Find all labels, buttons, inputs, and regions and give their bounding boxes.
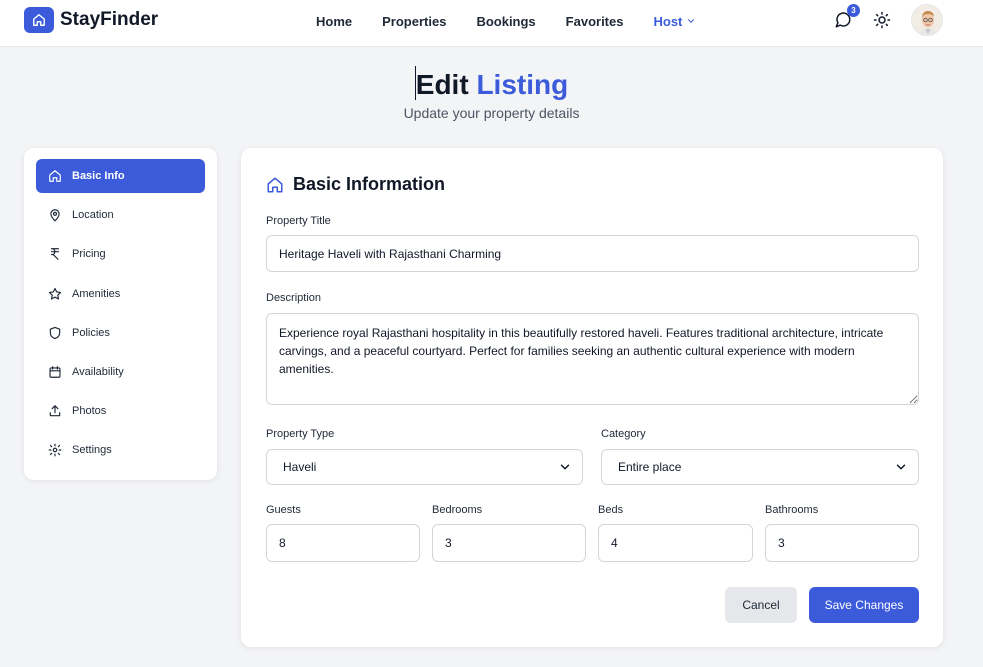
sidebar-item-label: Location (72, 209, 114, 222)
nav-links: Home Properties Bookings Favorites Host (316, 0, 696, 42)
property-type-value: Haveli (283, 460, 317, 474)
property-title-input[interactable] (266, 235, 919, 272)
cancel-button[interactable]: Cancel (725, 587, 797, 623)
sidebar-item-label: Pricing (72, 248, 106, 261)
nav-host-dropdown[interactable]: Host (653, 14, 696, 29)
brand[interactable]: StayFinder (24, 7, 158, 33)
bathrooms-label: Bathrooms (765, 504, 819, 516)
description-label: Description (266, 292, 322, 304)
nav-bookings[interactable]: Bookings (476, 14, 535, 29)
shield-icon (48, 326, 62, 340)
messages-button[interactable]: 3 (834, 4, 860, 31)
card-header: Basic Information (266, 174, 445, 195)
sidebar-item-location[interactable]: Location (36, 198, 205, 232)
page-title: Edit Listing (0, 66, 983, 101)
home-icon (266, 176, 284, 194)
sidebar-item-policies[interactable]: Policies (36, 316, 205, 350)
nav-properties[interactable]: Properties (382, 14, 446, 29)
page-subtitle: Update your property details (403, 105, 580, 121)
sidebar-item-label: Photos (72, 405, 107, 418)
sidebar-item-settings[interactable]: Settings (36, 433, 205, 467)
sidebar-item-amenities[interactable]: Amenities (36, 277, 205, 311)
sidebar-item-label: Amenities (72, 287, 121, 300)
beds-label: Beds (598, 504, 624, 516)
sidebar-item-label: Availability (72, 365, 124, 378)
basic-info-card: Basic Information Property Title Descrip… (241, 148, 943, 647)
sidebar-item-basic-info[interactable]: Basic Info (36, 159, 205, 193)
avatar[interactable] (911, 4, 943, 36)
description-textarea[interactable]: Experience royal Rajasthani hospitality … (266, 313, 919, 405)
user-portrait (912, 5, 942, 35)
bedrooms-label: Bedrooms (432, 504, 483, 516)
page-title-accent: Listing (476, 69, 569, 100)
sidebar-item-label: Basic Info (72, 170, 125, 182)
sidebar-item-label: Policies (72, 326, 110, 339)
home-icon (48, 169, 62, 183)
theme-toggle-button[interactable] (873, 11, 891, 29)
category-value: Entire place (618, 460, 682, 474)
card-title: Basic Information (293, 174, 446, 194)
guests-input[interactable] (266, 524, 420, 562)
sidebar-item-photos[interactable]: Photos (36, 394, 205, 428)
property-type-select[interactable]: Haveli (266, 449, 583, 485)
nav-home[interactable]: Home (316, 14, 352, 29)
guests-label: Guests (266, 504, 301, 516)
notification-badge: 3 (847, 4, 860, 17)
chevron-down-icon (560, 464, 570, 470)
upload-icon (48, 404, 62, 418)
property-title-label: Property Title (266, 215, 331, 227)
category-select[interactable]: Entire place (601, 449, 919, 485)
sidebar-item-pricing[interactable]: Pricing (36, 237, 205, 271)
star-icon (48, 287, 62, 301)
nav-favorites[interactable]: Favorites (566, 14, 624, 29)
chevron-down-icon (896, 464, 906, 470)
gear-icon (48, 443, 62, 457)
calendar-icon (48, 365, 62, 379)
top-navbar: StayFinder Home Properties Bookings Favo… (0, 0, 983, 47)
property-type-label: Property Type (266, 428, 335, 440)
page-title-main: Edit (415, 69, 469, 100)
map-pin-icon (48, 208, 62, 222)
bedrooms-input[interactable] (432, 524, 586, 562)
bathrooms-input[interactable] (765, 524, 919, 562)
brand-name: StayFinder (60, 9, 159, 30)
rupee-icon (48, 247, 62, 261)
sidebar-item-availability[interactable]: Availability (36, 355, 205, 389)
home-icon (24, 7, 54, 33)
beds-input[interactable] (598, 524, 753, 562)
nav-host-label: Host (653, 13, 683, 29)
save-changes-button[interactable]: Save Changes (809, 587, 919, 623)
settings-sidebar: Basic Info Location Pricing Amenities Po… (24, 148, 217, 480)
category-label: Category (601, 428, 646, 440)
sun-icon (873, 11, 891, 29)
chevron-down-icon (688, 19, 695, 23)
sidebar-item-label: Settings (72, 444, 112, 457)
